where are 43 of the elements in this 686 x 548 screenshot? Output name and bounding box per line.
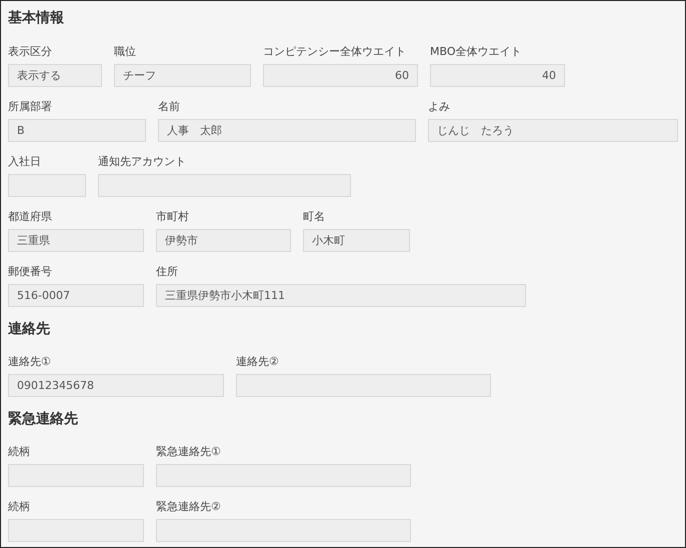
input-field[interactable] xyxy=(98,174,351,197)
input-field[interactable] xyxy=(156,519,411,542)
field-label: 続柄 xyxy=(8,444,30,460)
field-label: 表示区分 xyxy=(8,44,52,60)
field-label: 通知先アカウント xyxy=(98,154,186,170)
field-label: 入社日 xyxy=(8,154,41,170)
field-label: 住所 xyxy=(156,264,178,280)
input-field[interactable] xyxy=(8,519,144,542)
input-field[interactable]: 人事 太郎 xyxy=(158,119,416,142)
input-field[interactable]: チーフ xyxy=(114,64,251,87)
field-label: 続柄 xyxy=(8,499,30,515)
field-label: 連絡先① xyxy=(8,354,51,370)
input-field[interactable]: 40 xyxy=(430,64,565,87)
field-label: 町名 xyxy=(303,209,325,225)
input-field[interactable]: 小木町 xyxy=(303,229,410,252)
input-field[interactable] xyxy=(236,374,491,397)
field-label: 連絡先② xyxy=(236,354,279,370)
input-field[interactable]: 三重県 xyxy=(8,229,144,252)
input-field[interactable]: 三重県伊勢市小木町111 xyxy=(156,284,526,307)
field-label: 名前 xyxy=(158,99,180,115)
field-label: 緊急連絡先① xyxy=(156,444,221,460)
section-heading: 緊急連絡先 xyxy=(8,410,79,429)
field-label: 都道府県 xyxy=(8,209,52,225)
input-field[interactable] xyxy=(8,174,86,197)
field-label: 職位 xyxy=(114,44,136,60)
input-field[interactable] xyxy=(8,464,144,487)
section-heading: 基本情報 xyxy=(8,9,65,28)
field-label: よみ xyxy=(428,99,450,115)
input-field[interactable]: 伊勢市 xyxy=(156,229,291,252)
field-label: 緊急連絡先② xyxy=(156,499,221,515)
field-label: 郵便番号 xyxy=(8,264,52,280)
section-heading: 連絡先 xyxy=(8,320,51,339)
field-label: コンピテンシー全体ウエイト xyxy=(263,44,406,60)
input-field[interactable] xyxy=(156,464,411,487)
field-label: 所属部署 xyxy=(8,99,52,115)
input-field[interactable]: B xyxy=(8,119,146,142)
input-field[interactable]: 60 xyxy=(263,64,418,87)
input-field[interactable]: 表示する xyxy=(8,64,102,87)
input-field[interactable]: 09012345678 xyxy=(8,374,224,397)
input-field[interactable]: 516-0007 xyxy=(8,284,144,307)
field-label: 市町村 xyxy=(156,209,189,225)
field-label: MBO全体ウエイト xyxy=(430,44,522,60)
input-field[interactable]: じんじ たろう xyxy=(428,119,678,142)
